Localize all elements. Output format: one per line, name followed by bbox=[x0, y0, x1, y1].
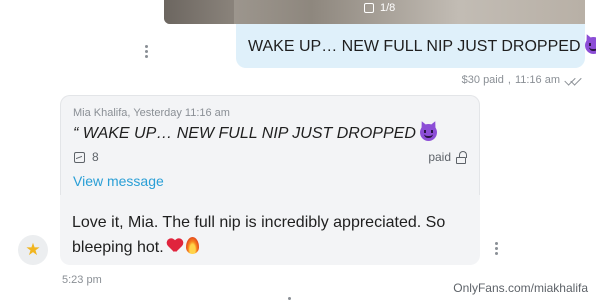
sent-price-status: $30 paid bbox=[461, 74, 504, 86]
received-message-content: Love it, Mia. The full nip is incredibly… bbox=[72, 214, 446, 256]
thumbnail-image-region bbox=[164, 0, 234, 24]
media-count-label: 1/8 bbox=[380, 2, 396, 14]
sent-message-options-icon[interactable] bbox=[145, 45, 149, 58]
sent-time: 11:16 am bbox=[514, 74, 560, 86]
quoted-message-card[interactable]: Mia Khalifa, Yesterday 11:16 am “ WAKE U… bbox=[60, 95, 480, 195]
quote-paid-label: paid bbox=[428, 150, 451, 164]
quote-text-content: “ WAKE UP… NEW FULL NIP JUST DROPPED bbox=[73, 125, 416, 142]
red-heart-icon bbox=[167, 239, 183, 253]
received-message-options-icon[interactable] bbox=[495, 242, 499, 255]
sent-message-text: WAKE UP… NEW FULL NIP JUST DROPPED bbox=[248, 38, 581, 55]
smiling-face-with-horns-icon bbox=[419, 124, 437, 141]
media-thumbnail[interactable]: 1/8 bbox=[164, 0, 585, 24]
smiling-face-with-horns-icon bbox=[584, 37, 596, 54]
fire-icon bbox=[185, 237, 199, 254]
quote-paid-status: paid bbox=[428, 150, 467, 164]
image-count-icon bbox=[364, 3, 374, 13]
received-message-bubble[interactable]: Mia Khalifa, Yesterday 11:16 am “ WAKE U… bbox=[60, 95, 480, 265]
read-double-check-icon bbox=[564, 74, 582, 86]
view-message-link[interactable]: View message bbox=[73, 173, 164, 189]
watermark: OnlyFans.com/miakhalifa bbox=[453, 281, 588, 295]
quote-media-count-label: 8 bbox=[92, 150, 99, 164]
chat-screen: 1/8 WAKE UP… NEW FULL NIP JUST DROPPED $… bbox=[0, 0, 596, 300]
sent-message-bubble[interactable]: WAKE UP… NEW FULL NIP JUST DROPPED bbox=[236, 24, 596, 68]
image-icon bbox=[74, 151, 85, 163]
media-count: 1/8 bbox=[364, 2, 395, 14]
quote-author-line: Mia Khalifa, Yesterday 11:16 am bbox=[73, 107, 230, 119]
received-time: 5:23 pm bbox=[62, 274, 102, 286]
quote-media-count: 8 bbox=[74, 150, 99, 164]
unlock-icon bbox=[456, 150, 467, 164]
received-message-text: Love it, Mia. The full nip is incredibly… bbox=[72, 210, 468, 260]
star-icon[interactable]: ★ bbox=[18, 235, 48, 265]
quote-text: “ WAKE UP… NEW FULL NIP JUST DROPPED bbox=[73, 124, 437, 143]
sent-message-meta: $30 paid, 11:16 am bbox=[462, 74, 582, 86]
